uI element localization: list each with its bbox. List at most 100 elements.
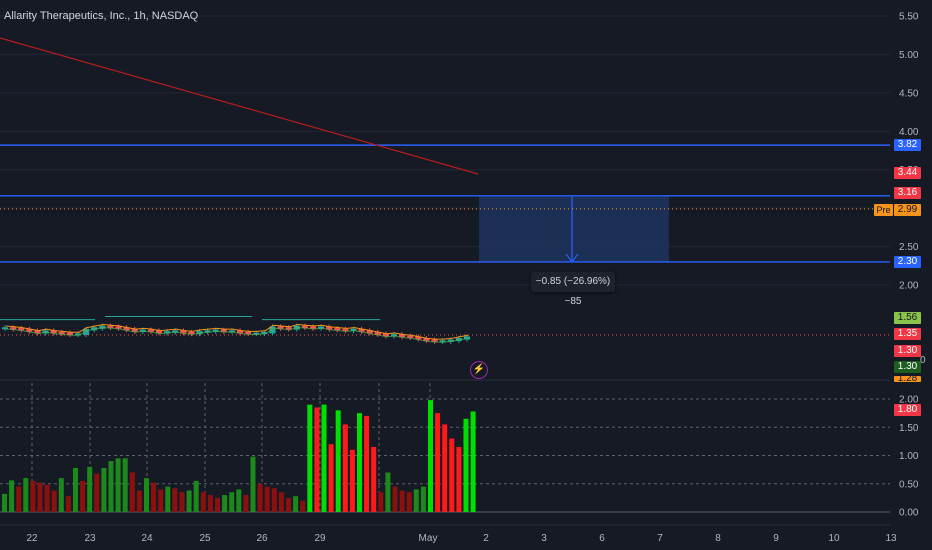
indicator-bar [264,486,270,512]
indicator-bar [30,480,36,512]
indicator-bar [349,449,355,512]
indicator-bar [463,418,469,512]
indicator-bar [399,490,405,512]
indicator-bar [129,472,135,512]
edge-zero-label: 0 [920,355,926,366]
indicator-bar [314,407,320,512]
time-axis-tick: 29 [314,533,326,544]
indicator-bar [335,410,341,512]
price-axis-tick: 5.50 [899,12,919,23]
indicator-bar [65,496,71,512]
indicator-axis-tick: 1.50 [899,423,919,434]
indicator-bar [87,466,93,512]
indicator-bar [58,478,64,512]
indicator-bar [23,478,29,512]
indicator-bar [179,492,185,512]
indicator-bar [51,490,57,512]
time-axis-tick: 6 [599,533,605,544]
indicator-bar [215,497,220,512]
price-badge-156: 1.56 [894,312,921,324]
indicator-bar [456,447,462,512]
indicator-bar [413,489,419,512]
indicator-bar [151,482,157,512]
time-axis-tick: 10 [828,533,840,544]
time-axis-tick: May [419,533,438,544]
indicator-bar [73,467,78,512]
measure-zone [479,195,669,263]
indicator-bar [115,458,121,512]
indicator-bar [271,488,277,512]
indicator-bar [371,447,377,512]
price-axis-tick: 2.00 [899,281,919,292]
indicator-bar [207,495,213,512]
indicator-bar [364,415,370,512]
indicator-axis-tick: 0.00 [899,508,919,519]
indicator-bar [328,444,334,512]
time-axis-tick: 24 [141,533,153,544]
time-axis-tick: 13 [885,533,897,544]
chart-title: Allarity Therapeutics, Inc., 1h, NASDAQ [4,10,199,22]
indicator-bar [165,486,171,512]
indicator-bars [2,400,476,512]
indicator-bar [406,492,412,512]
price-badge-130a: 1.30 [894,345,921,357]
price-badge-344: 3.44 [894,167,921,179]
indicator-bar [257,483,263,512]
indicator-bar [342,424,348,512]
indicator-axis-tick: 1.00 [899,451,919,462]
indicator-axis-tick: 0.50 [899,479,919,490]
indicator-bar [286,497,291,512]
indicator-bar [392,486,398,512]
price-badge-382: 3.82 [894,139,921,151]
indicator-bar [37,482,43,512]
indicator-bar [144,478,149,512]
price-badge-128: 1.28 [894,376,921,382]
measure-label: −0.85 (−26.96%) −85 [531,272,615,307]
time-axis-tick: 26 [256,533,268,544]
chart-canvas[interactable]: 5.505.004.504.003.503.002.502.002.001.50… [0,0,932,550]
time-axis-tick: 3 [541,533,547,544]
indicator-bar [385,472,391,512]
indicator-bar [357,413,362,512]
indicator-badge-180: 1.80 [894,404,921,416]
indicator-bar [101,467,107,512]
indicator-bar [222,495,228,512]
time-axis-tick: 23 [84,533,96,544]
price-axis-tick: 5.00 [899,50,919,61]
indicator-bar [158,489,164,512]
indicator-bar [250,456,256,512]
indicator-bar [2,493,7,512]
indicator-bar [9,480,15,512]
time-axis-tick: 9 [773,533,779,544]
price-badge-130b: 1.30 [894,361,921,373]
indicator-bar [94,473,100,512]
time-axis-tick: 2 [483,533,489,544]
indicator-bar [470,411,476,512]
indicator-bar [122,458,128,512]
time-axis-tick: 7 [657,533,663,544]
premarket-tag: Pre [874,204,893,216]
indicator-bar [186,490,192,512]
indicator-bar [293,496,299,512]
indicator-bar [428,400,433,512]
flash-icon[interactable]: ⚡ [470,361,488,379]
indicator-bar [442,424,448,512]
indicator-bar [435,413,441,512]
price-candles [0,316,470,344]
time-axis-tick: 22 [26,533,38,544]
time-axis-tick: 8 [715,533,721,544]
price-badge-299: 2.99 [894,204,921,216]
indicator-bar [200,492,206,512]
indicator-bar [236,489,242,512]
horizontal-levels[interactable] [0,37,890,336]
price-badge-230: 2.30 [894,256,921,268]
trend-line [0,37,479,175]
price-badge-135: 1.35 [894,328,921,340]
time-axis-tick: 25 [199,533,211,544]
indicator-bar [80,480,86,512]
chart-area[interactable]: 5.505.004.504.003.503.002.502.002.001.50… [0,0,932,550]
indicator-bar [449,438,455,512]
indicator-bar [108,461,114,512]
price-axis-tick: 4.00 [899,127,919,138]
indicator-bar [420,486,426,512]
